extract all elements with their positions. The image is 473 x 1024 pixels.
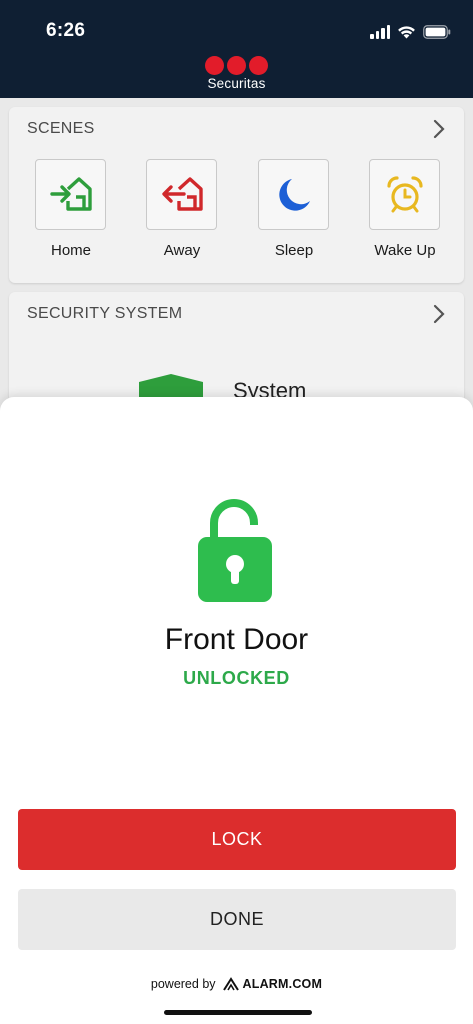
alarm-com-logo-icon bbox=[222, 977, 239, 991]
device-sheet: Front Door UNLOCKED LOCK DONE powered by… bbox=[0, 397, 473, 1024]
security-system-title: SECURITY SYSTEM bbox=[27, 305, 183, 322]
powered-by-text: powered by bbox=[150, 977, 216, 991]
scene-wake-up[interactable]: Wake Up bbox=[369, 159, 441, 259]
scenes-card: SCENES Home Away Sleep Wake Up bbox=[9, 107, 464, 283]
scene-label: Wake Up bbox=[374, 242, 436, 259]
status-time: 6:26 bbox=[46, 20, 86, 41]
scene-home[interactable]: Home bbox=[35, 159, 107, 259]
alarm-clock-icon bbox=[386, 175, 423, 212]
lock-button[interactable]: LOCK bbox=[18, 809, 456, 870]
battery-icon bbox=[423, 25, 451, 39]
brand-name: Securitas bbox=[207, 76, 266, 91]
done-button[interactable]: DONE bbox=[18, 889, 456, 950]
home-indicator[interactable] bbox=[164, 1010, 312, 1015]
device-name: Front Door bbox=[164, 623, 309, 656]
chevron-right-icon[interactable] bbox=[432, 119, 446, 139]
wifi-icon bbox=[397, 25, 416, 39]
unlocked-lock-icon bbox=[198, 499, 272, 602]
chevron-right-icon[interactable] bbox=[432, 304, 446, 324]
scene-label: Away bbox=[163, 242, 201, 259]
home-leave-icon bbox=[161, 176, 203, 211]
app-header: 6:26 Securitas bbox=[0, 0, 473, 98]
home-arrive-icon bbox=[49, 176, 92, 211]
scene-sleep-tile[interactable] bbox=[258, 159, 329, 230]
scene-away[interactable]: Away bbox=[146, 159, 218, 259]
scene-home-tile[interactable] bbox=[35, 159, 106, 230]
scene-away-tile[interactable] bbox=[146, 159, 217, 230]
provider-name: ALARM.COM bbox=[242, 977, 323, 991]
alarm-com-logo: ALARM.COM bbox=[222, 976, 323, 992]
powered-by-footer: powered by ALARM.COM bbox=[0, 976, 473, 992]
scene-wake-up-tile[interactable] bbox=[369, 159, 440, 230]
moon-icon bbox=[278, 178, 310, 211]
brand-logo: Securitas bbox=[0, 56, 473, 91]
scene-label: Sleep bbox=[274, 242, 314, 259]
device-state: UNLOCKED bbox=[183, 668, 290, 688]
status-icons bbox=[370, 24, 451, 40]
brand-dots-icon bbox=[0, 56, 473, 75]
scene-label: Home bbox=[50, 242, 91, 259]
cellular-signal-icon bbox=[370, 25, 390, 39]
scene-sleep[interactable]: Sleep bbox=[258, 159, 330, 259]
scenes-title: SCENES bbox=[27, 120, 95, 137]
